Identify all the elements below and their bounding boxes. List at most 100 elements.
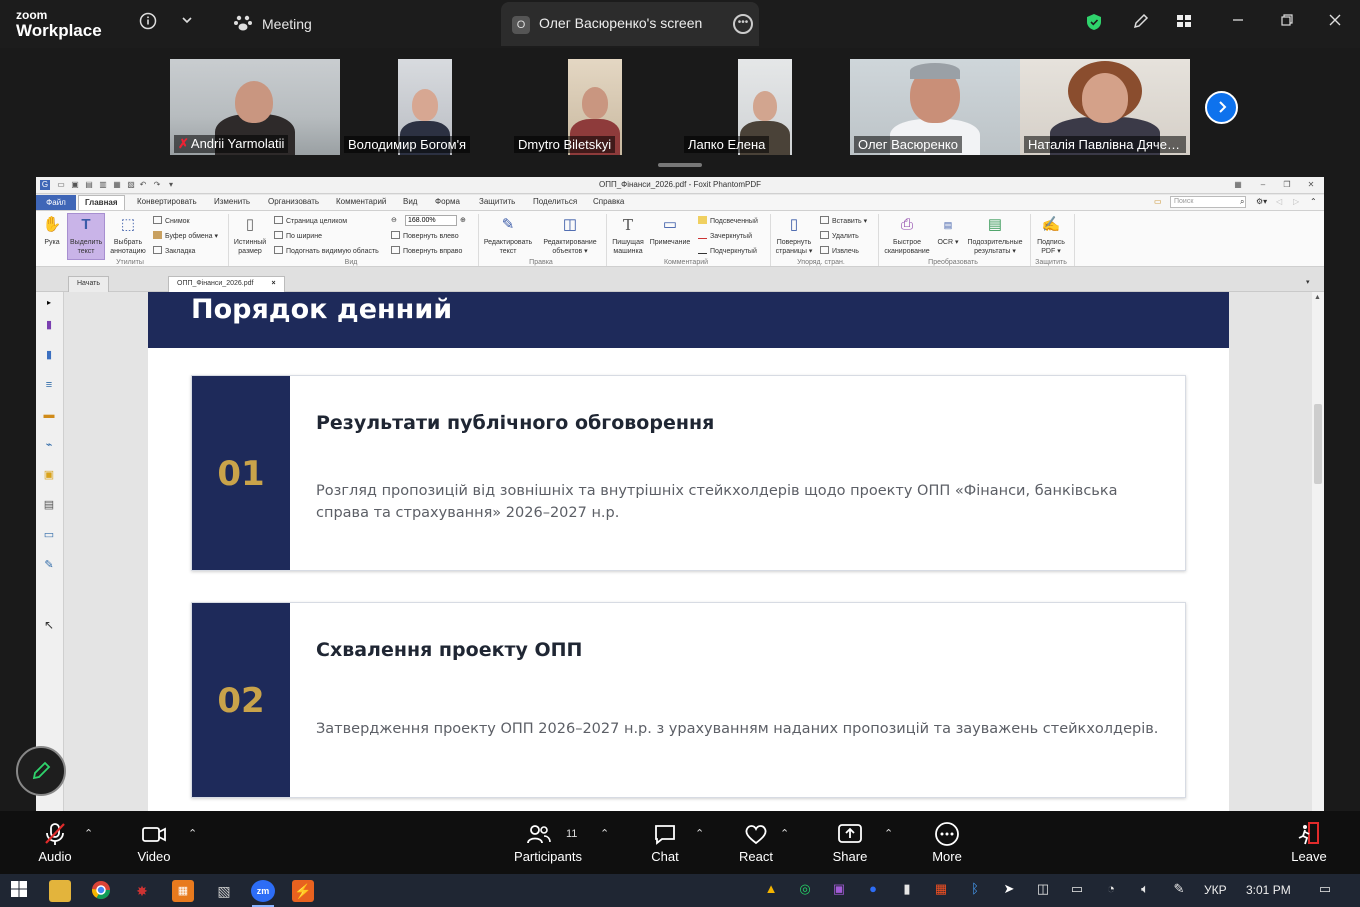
scroll-up-icon[interactable]: ▲	[1314, 294, 1321, 301]
battery-icon[interactable]: ▭	[1068, 881, 1086, 897]
app-close-icon[interactable]: ✕	[1306, 180, 1316, 190]
info-icon[interactable]	[137, 12, 159, 34]
layout-icon[interactable]: ▦	[1233, 180, 1243, 190]
quick-scan-button[interactable]: ⎙ Быстрое сканирование	[882, 214, 932, 256]
grid-icon[interactable]	[1173, 12, 1195, 34]
ocr-button[interactable]: ▤ OCR ▾	[936, 214, 960, 247]
underline-button[interactable]: Подчеркнутый	[698, 246, 757, 255]
typewriter-button[interactable]: T Пишущая машинка	[610, 214, 646, 256]
rotate-right-button[interactable]: Повернуть вправо	[391, 246, 462, 255]
comments-icon[interactable]: ▬	[41, 408, 57, 422]
fit-width-button[interactable]: По ширине	[274, 231, 322, 240]
share-button[interactable]: Share	[829, 821, 871, 864]
screen-share-tab[interactable]: O Олег Васюренко's screen •••	[501, 2, 759, 46]
chrome-icon[interactable]	[90, 880, 112, 902]
telegram-icon[interactable]: ➤	[1000, 881, 1018, 897]
layers-icon[interactable]: ▮	[41, 348, 57, 362]
hand-tool-button[interactable]: ✋ Рука	[40, 214, 64, 247]
chat-options-caret-icon[interactable]: ⌃	[695, 827, 704, 840]
pencil-icon[interactable]	[1130, 12, 1152, 34]
zoom-in-icon[interactable]: ⊕	[460, 216, 466, 224]
next-icon[interactable]: ▷	[1293, 197, 1299, 206]
video-tile[interactable]: Dmytro Biletskyi	[510, 59, 680, 155]
bookmarks-icon[interactable]: ≡	[41, 378, 57, 392]
notifications-icon[interactable]: ▭	[1316, 881, 1334, 897]
tab-view[interactable]: Вид	[403, 197, 417, 206]
scrollbar-thumb[interactable]	[1314, 404, 1322, 484]
chevron-down-icon[interactable]	[176, 12, 198, 34]
leave-button[interactable]: Leave	[1288, 821, 1330, 864]
chat-button[interactable]: Chat	[646, 821, 684, 864]
bluetooth-icon[interactable]: ᛒ	[966, 881, 984, 896]
search-icon[interactable]: ⌕	[1240, 197, 1244, 207]
app-minimize-icon[interactable]: –	[1258, 180, 1268, 190]
tab-form[interactable]: Форма	[435, 197, 460, 206]
tab-document[interactable]: ОПП_Фінанси_2026.pdf ×	[168, 276, 285, 292]
react-options-caret-icon[interactable]: ⌃	[780, 827, 789, 840]
share-options-caret-icon[interactable]: ⌃	[884, 827, 893, 840]
settings-icon[interactable]: ⚙▾	[1256, 197, 1267, 206]
close-icon[interactable]	[1324, 12, 1346, 34]
wifi-icon[interactable]: ◔	[1102, 881, 1120, 896]
more-icon[interactable]: •••	[733, 14, 753, 34]
document-props-icon[interactable]: ▤	[41, 498, 57, 512]
zoom-taskbar-icon[interactable]: zm	[251, 880, 275, 902]
system-clock[interactable]: 3:01 PM	[1246, 883, 1291, 897]
bookmark-button[interactable]: Закладка	[153, 246, 195, 255]
select-annotation-button[interactable]: ⬚ Выбрать аннотацию	[108, 214, 148, 256]
search-input[interactable]: Поиск	[1170, 196, 1246, 208]
actual-size-button[interactable]: ▯ Истинный размер	[231, 214, 269, 256]
tab-edit[interactable]: Изменить	[214, 197, 250, 206]
audio-button[interactable]: Audio	[32, 821, 78, 864]
rotate-pages-button[interactable]: ▯ Повернуть страницы ▾	[774, 214, 814, 256]
zoom-select[interactable]: 168.00%	[405, 215, 457, 226]
next-page-button[interactable]	[1205, 91, 1238, 124]
tab-share[interactable]: Поделиться	[533, 197, 577, 206]
microphone-tray-icon[interactable]: ▮	[898, 881, 916, 897]
audio-options-caret-icon[interactable]: ⌃	[84, 827, 93, 840]
pen-tray-icon[interactable]: ✎	[1170, 881, 1188, 897]
zoom-out-icon[interactable]: ⊖	[391, 216, 397, 224]
clipboard-button[interactable]: Буфер обмена ▾	[153, 231, 218, 240]
tab-protect[interactable]: Защитить	[479, 197, 515, 206]
annotate-button[interactable]	[16, 746, 66, 796]
edit-text-button[interactable]: ✎ Редактировать текст	[482, 214, 534, 256]
minimize-icon[interactable]	[1227, 12, 1249, 34]
office-app-icon[interactable]: ▦	[172, 880, 194, 902]
react-button[interactable]: React	[735, 821, 777, 864]
sign-pdf-button[interactable]: ✍ Подпись PDF ▾	[1034, 214, 1068, 256]
participants-options-caret-icon[interactable]: ⌃	[600, 827, 609, 840]
fit-visible-button[interactable]: Подогнать видимую область	[274, 246, 379, 255]
tab-comment[interactable]: Комментарий	[336, 197, 386, 206]
attachments-icon[interactable]: ⌁	[41, 438, 57, 452]
file-explorer-icon[interactable]	[49, 880, 71, 902]
tab-convert[interactable]: Конвертировать	[137, 197, 197, 206]
tab-file[interactable]: Файл	[36, 195, 76, 210]
volume-icon[interactable]: 🔈︎	[1136, 881, 1154, 897]
restore-icon[interactable]	[1276, 12, 1298, 34]
video-tile-active[interactable]: Олег Васюренко	[850, 59, 1020, 155]
tab-home[interactable]: Главная	[78, 195, 125, 211]
document-scrollbar[interactable]: ▲	[1312, 292, 1324, 811]
prev-icon[interactable]: ◁	[1276, 197, 1282, 206]
strikeout-button[interactable]: Зачеркнутый	[698, 231, 752, 240]
fields-icon[interactable]: ▭	[41, 528, 57, 542]
video-options-caret-icon[interactable]: ⌃	[188, 827, 197, 840]
snapshot-button[interactable]: Снимок	[153, 216, 190, 225]
edit-objects-button[interactable]: ◫ Редактирование объектов ▾	[540, 214, 600, 256]
select-text-button[interactable]: T Выделить текст	[67, 213, 105, 260]
sign-panel-icon[interactable]: ✎	[41, 558, 57, 572]
rotate-left-button[interactable]: Повернуть влево	[391, 231, 459, 240]
video-tile[interactable]: Лапко Елена	[680, 59, 850, 155]
tab-start[interactable]: Начать	[68, 276, 110, 292]
close-tab-icon[interactable]: ×	[271, 280, 275, 287]
delete-button[interactable]: Удалить	[820, 231, 859, 240]
highlight-button[interactable]: Подсвеченный	[698, 216, 758, 225]
insert-button[interactable]: Вставить ▾	[820, 216, 867, 225]
app-restore-icon[interactable]: ❐	[1282, 180, 1292, 190]
google-drive-icon[interactable]: ▲	[762, 881, 780, 896]
onenote-icon[interactable]: ▣	[830, 881, 848, 897]
note-button[interactable]: ▭ Примечание	[648, 214, 692, 247]
collapse-ribbon-icon[interactable]: ⌃	[1310, 197, 1317, 206]
whatsapp-icon[interactable]: ◎	[796, 881, 814, 897]
